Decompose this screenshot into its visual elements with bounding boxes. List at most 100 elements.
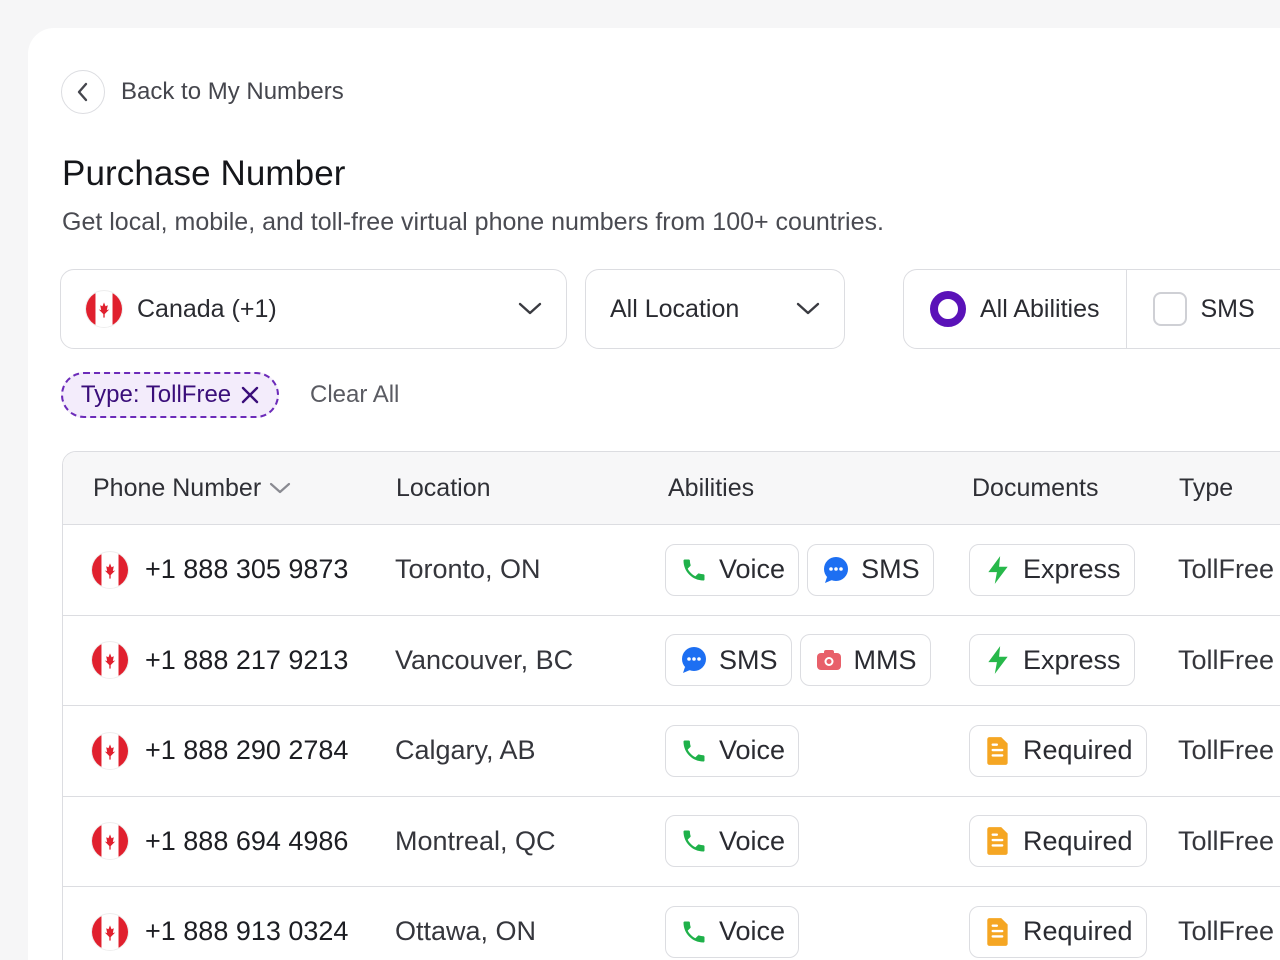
- canada-flag-icon: [91, 822, 129, 861]
- phone-cell: +1 888 694 4986: [91, 797, 348, 887]
- phone-cell: +1 888 290 2784: [91, 706, 348, 796]
- column-header-type: Type: [1179, 473, 1234, 502]
- back-button[interactable]: [61, 70, 105, 114]
- type-cell: TollFree: [1178, 644, 1275, 675]
- ability-label: Voice: [719, 554, 786, 585]
- ability-badge: SMS: [665, 634, 792, 687]
- chevron-down-icon: [518, 302, 542, 316]
- column-header-abilities: Abilities: [668, 473, 755, 502]
- type-cell: TollFree: [1178, 554, 1275, 585]
- ability-option-label: SMS: [1200, 294, 1255, 323]
- abilities-filter-group: All Abilities SMS: [903, 269, 1280, 349]
- ability-label: MMS: [853, 644, 917, 675]
- document-badge: Express: [969, 543, 1135, 596]
- ability-badge: SMS: [807, 543, 934, 596]
- ability-label: Voice: [719, 825, 786, 856]
- document-icon: [983, 917, 1013, 947]
- ability-label: Voice: [719, 916, 786, 947]
- table-row[interactable]: +1 888 913 0324 Ottawa, ON Voice Required To…: [63, 887, 1280, 960]
- document-label: Required: [1023, 825, 1133, 856]
- purchase-number-panel: Back to My Numbers Purchase Number Get l…: [28, 28, 1280, 960]
- document-label: Express: [1023, 644, 1121, 675]
- phone-number: +1 888 913 0324: [145, 916, 349, 947]
- column-header-phone-number[interactable]: Phone Number: [93, 474, 291, 503]
- abilities-cell: Voice: [665, 706, 800, 796]
- type-cell: TollFree: [1178, 735, 1275, 766]
- radio-selected[interactable]: [930, 291, 966, 327]
- document-badge: Express: [969, 634, 1135, 687]
- document-icon: [983, 736, 1013, 766]
- phone-cell: +1 888 913 0324: [91, 887, 348, 960]
- ability-badge: Voice: [665, 543, 800, 596]
- ability-option-label: All Abilities: [980, 294, 1100, 323]
- filter-chip-type[interactable]: Type: TollFree: [61, 372, 279, 418]
- canada-flag-icon: [91, 912, 129, 951]
- documents-cell: Express: [969, 616, 1135, 706]
- document-label: Express: [1023, 554, 1121, 585]
- clear-all-button[interactable]: Clear All: [310, 381, 399, 409]
- chevron-down-icon: [796, 302, 820, 316]
- documents-cell: Required: [969, 706, 1147, 796]
- country-select-value: Canada (+1): [137, 294, 277, 323]
- phone-number: +1 888 305 9873: [145, 554, 349, 585]
- sort-chevron-down-icon: [269, 482, 291, 494]
- page-subtitle: Get local, mobile, and toll-free virtual…: [62, 208, 884, 236]
- abilities-cell: Voice SMS: [665, 525, 934, 615]
- type-cell: TollFree: [1178, 825, 1275, 856]
- ability-option-all[interactable]: All Abilities: [904, 270, 1126, 348]
- type-cell: TollFree: [1178, 916, 1275, 947]
- location-select-value: All Location: [610, 294, 740, 323]
- page-title: Purchase Number: [62, 154, 346, 193]
- canada-flag-icon: [91, 550, 129, 589]
- lightning-icon: [983, 555, 1013, 585]
- ability-label: Voice: [719, 735, 786, 766]
- table-row[interactable]: +1 888 305 9873 Toronto, ON Voice SMS Expres…: [63, 525, 1280, 616]
- phone-icon: [679, 917, 709, 947]
- canada-flag-icon: [91, 731, 129, 770]
- documents-cell: Required: [969, 797, 1147, 887]
- location-cell: Vancouver, BC: [395, 644, 574, 675]
- ability-badge: Voice: [665, 905, 800, 958]
- abilities-cell: SMS MMS: [665, 616, 931, 706]
- document-badge: Required: [969, 905, 1147, 958]
- camera-icon: [814, 645, 844, 675]
- table-header: Phone Number Location Abilities Document…: [63, 452, 1280, 525]
- table-row[interactable]: +1 888 217 9213 Vancouver, BC SMS MMS Expres…: [63, 616, 1280, 706]
- documents-cell: Required: [969, 887, 1147, 960]
- back-to-my-numbers-link[interactable]: Back to My Numbers: [61, 70, 344, 114]
- canada-flag-icon: [91, 641, 129, 680]
- lightning-icon: [983, 645, 1013, 675]
- column-header-documents: Documents: [972, 473, 1099, 502]
- phone-icon: [679, 826, 709, 856]
- table-row[interactable]: +1 888 694 4986 Montreal, QC Voice Required…: [63, 797, 1280, 887]
- document-label: Required: [1023, 916, 1133, 947]
- back-link-label[interactable]: Back to My Numbers: [121, 78, 344, 106]
- location-select[interactable]: All Location: [585, 269, 845, 349]
- location-cell: Montreal, QC: [395, 825, 556, 856]
- country-select[interactable]: Canada (+1): [60, 269, 567, 349]
- ability-badge: Voice: [665, 724, 800, 777]
- canada-flag-icon: [85, 290, 123, 328]
- ability-option-sms[interactable]: SMS: [1125, 270, 1280, 348]
- phone-icon: [679, 555, 709, 585]
- sms-checkbox[interactable]: [1152, 292, 1187, 326]
- location-cell: Calgary, AB: [395, 735, 536, 766]
- document-badge: Required: [969, 724, 1147, 777]
- phone-number: +1 888 694 4986: [145, 825, 349, 856]
- location-cell: Ottawa, ON: [395, 916, 537, 947]
- document-icon: [983, 826, 1013, 856]
- ability-badge: Voice: [665, 815, 800, 868]
- phone-icon: [679, 736, 709, 766]
- phone-number: +1 888 290 2784: [145, 735, 349, 766]
- location-cell: Toronto, ON: [395, 554, 541, 585]
- close-icon[interactable]: [241, 386, 259, 404]
- documents-cell: Express: [969, 525, 1135, 615]
- abilities-cell: Voice: [665, 797, 800, 887]
- document-badge: Required: [969, 815, 1147, 868]
- document-label: Required: [1023, 735, 1133, 766]
- table-body: +1 888 305 9873 Toronto, ON Voice SMS Expres…: [63, 525, 1280, 960]
- ability-badge: MMS: [799, 634, 931, 687]
- phone-cell: +1 888 305 9873: [91, 525, 348, 615]
- table-row[interactable]: +1 888 290 2784 Calgary, AB Voice Required T…: [63, 706, 1280, 797]
- abilities-cell: Voice: [665, 887, 800, 960]
